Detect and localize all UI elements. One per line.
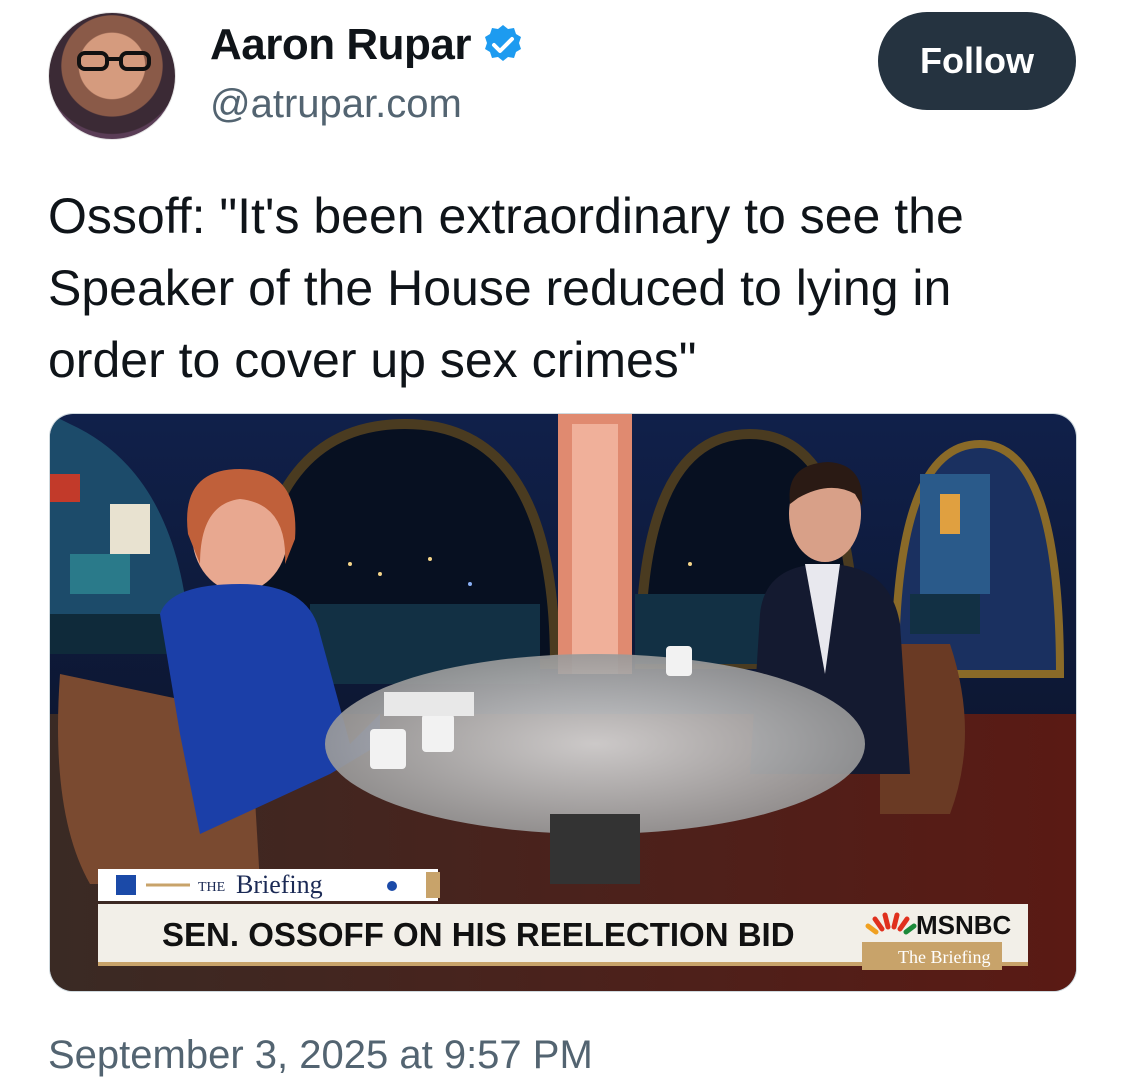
tweet-text: Ossoff: "It's been extraordinary to see … <box>48 188 964 388</box>
show-logo-briefing: Briefing <box>236 870 323 899</box>
tweet-video[interactable]: THE Briefing SEN. OSSOFF ON HIS REELECTI… <box>49 413 1077 992</box>
tweet-timestamp[interactable]: September 3, 2025 at 9:57 PM <box>48 1033 593 1078</box>
network-show-name: The Briefing <box>898 947 990 967</box>
author-name[interactable]: Aaron Rupar <box>210 20 471 70</box>
author-handle[interactable]: @atrupar.com <box>210 82 462 127</box>
show-logo-the: THE <box>198 880 225 895</box>
author-avatar[interactable] <box>48 12 176 140</box>
video-frame: THE Briefing SEN. OSSOFF ON HIS REELECTI… <box>50 414 1076 991</box>
verified-badge-icon <box>481 23 525 67</box>
avatar-glasses <box>77 51 151 71</box>
chyron-text: SEN. OSSOFF ON HIS REELECTION BID <box>162 916 795 953</box>
network-name: MSNBC <box>916 910 1012 940</box>
author-name-row: Aaron Rupar <box>210 20 525 70</box>
follow-button[interactable]: Follow <box>878 12 1076 110</box>
